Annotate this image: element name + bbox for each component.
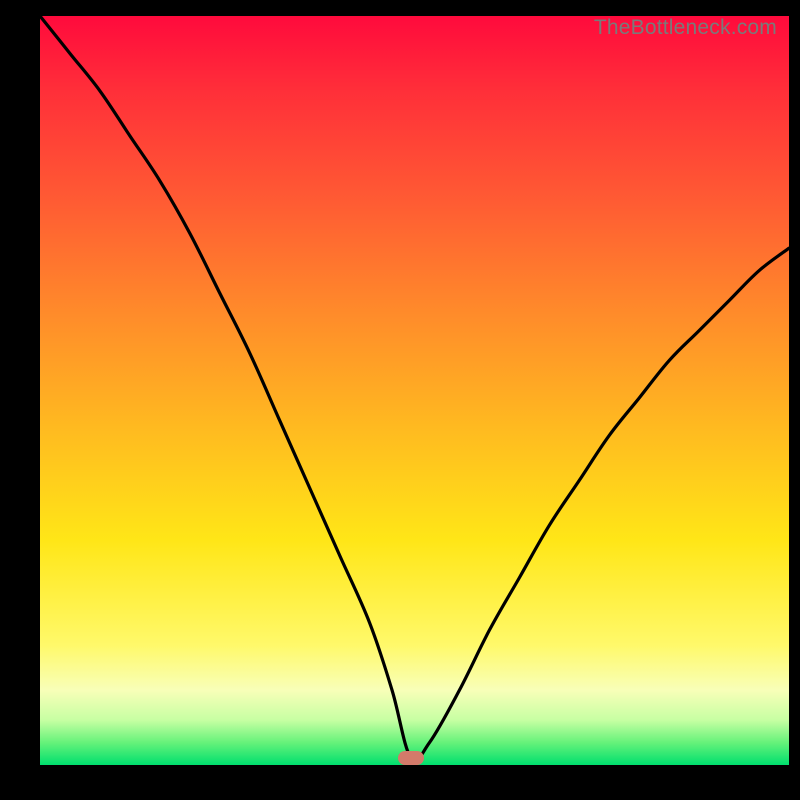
curve-path bbox=[40, 16, 789, 761]
minimum-marker bbox=[398, 751, 424, 765]
bottleneck-curve bbox=[40, 16, 789, 765]
plot-area: TheBottleneck.com bbox=[40, 16, 789, 765]
chart-frame: TheBottleneck.com bbox=[0, 0, 800, 800]
